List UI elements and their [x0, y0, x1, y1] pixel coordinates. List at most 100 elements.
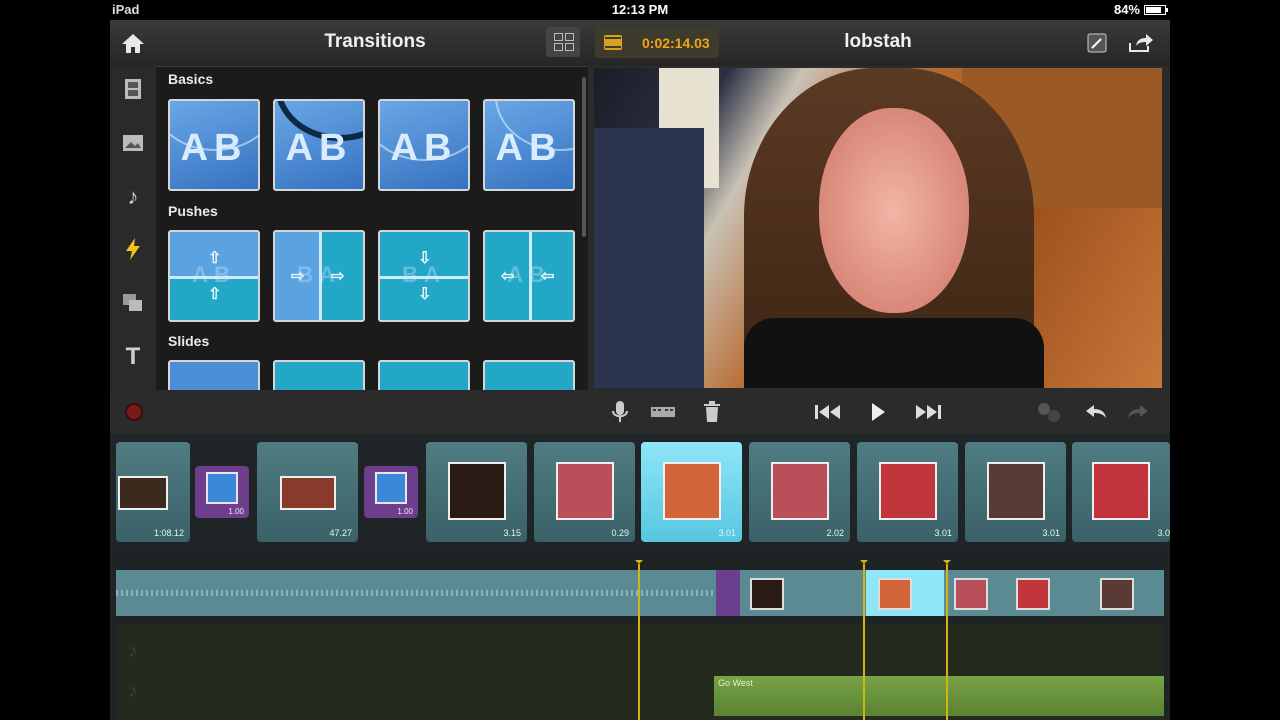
transition-thumb[interactable]: [483, 360, 575, 390]
timeline-clip[interactable]: [1100, 578, 1134, 610]
settings-icon[interactable]: [1034, 398, 1064, 426]
transition-thumb[interactable]: ⇩ ⇩ BA: [378, 230, 470, 322]
thumb-letters: BA: [402, 262, 446, 287]
storyboard-clip[interactable]: 3.01: [857, 442, 958, 542]
music-clip-label: Go West: [718, 678, 753, 688]
storyboard-clip[interactable]: 3.15: [426, 442, 527, 542]
thumb-letters: AB: [285, 127, 353, 169]
selection-marker-start[interactable]: [860, 560, 868, 720]
timecode: 0:02:14.03: [642, 35, 710, 51]
clip-duration: 3.01: [934, 528, 952, 538]
clip-duration: 3.01: [718, 528, 736, 538]
film-icon: [604, 35, 622, 50]
timeline-clip[interactable]: [954, 578, 988, 610]
timecode-display[interactable]: 0:02:14.03: [595, 27, 719, 58]
transition-thumb[interactable]: ⇧ ⇧ AB: [168, 230, 260, 322]
undo-icon[interactable]: [1082, 398, 1110, 426]
section-pushes: Pushes: [168, 203, 218, 219]
battery-percent: 84%: [1113, 2, 1140, 17]
music-clip[interactable]: Go West: [714, 676, 1164, 716]
clip-duration: 1:08.12: [153, 528, 184, 538]
panel-scrollbar[interactable]: [582, 77, 586, 237]
film-icon[interactable]: [118, 74, 148, 104]
battery-icon: [1144, 4, 1168, 15]
ipad-screen: iPad 12:13 PM 84% Transitions 0:02:14.03…: [110, 0, 1170, 720]
overlay-icon[interactable]: [118, 288, 148, 318]
clip-duration: 2.02: [826, 528, 844, 538]
battery-fill: [1146, 6, 1162, 13]
playhead[interactable]: [635, 560, 643, 720]
storyboard-clip[interactable]: 2.02: [749, 442, 850, 542]
lightning-icon[interactable]: [118, 234, 148, 264]
audio-tracks[interactable]: ♪ ♪ Go West: [116, 624, 1164, 720]
music-note-icon[interactable]: ♪: [118, 182, 148, 212]
timeline[interactable]: ♪ ♪ Go West: [110, 552, 1170, 720]
transition-thumb[interactable]: AB: [168, 99, 260, 191]
thumb-letters: BA: [297, 262, 341, 287]
storyboard-clip[interactable]: 1:08.12: [116, 442, 190, 542]
timeline-clip[interactable]: [878, 578, 912, 610]
clip-duration: 3.01: [1042, 528, 1060, 538]
pencil-icon[interactable]: [1082, 28, 1112, 58]
storyboard-clip[interactable]: 47.27: [257, 442, 358, 542]
text-icon[interactable]: T: [118, 342, 148, 372]
storyboard-clip[interactable]: 3.0: [1072, 442, 1170, 542]
grid-view-button[interactable]: [546, 27, 580, 57]
status-bar: iPad 12:13 PM 84%: [110, 0, 1170, 20]
timeline-clip[interactable]: [750, 578, 784, 610]
clip-duration: 3.0: [1157, 528, 1170, 538]
timeline-clip[interactable]: [1016, 578, 1050, 610]
transition-thumb[interactable]: AB: [378, 99, 470, 191]
music-note-icon: ♪: [128, 640, 138, 662]
transition-thumb[interactable]: ⇨ ⇨ BA: [273, 230, 365, 322]
thumb-letters: AB: [180, 127, 248, 169]
clock: 12:13 PM: [611, 2, 669, 17]
thumb-letters: AB: [507, 262, 551, 287]
transition-thumb[interactable]: AB: [483, 99, 575, 191]
project-title: lobstah: [844, 31, 912, 52]
transitions-panel: Basics AB AB AB AB Pushes ⇧ ⇧ AB ⇨ ⇨ BA ⇩ ⇩…: [156, 66, 588, 390]
selection-marker-end[interactable]: [943, 560, 951, 720]
timeline-transition[interactable]: [716, 570, 740, 616]
photo-icon[interactable]: [118, 128, 148, 158]
transition-thumb[interactable]: ⇦ ⇦ AB: [483, 230, 575, 322]
top-toolbar: Transitions 0:02:14.03 lobstah: [110, 20, 1170, 66]
thumb-letters: AB: [390, 127, 458, 169]
skip-back-icon[interactable]: [810, 398, 846, 426]
home-icon[interactable]: [118, 28, 148, 58]
panel-title: Transitions: [324, 31, 426, 52]
share-icon[interactable]: [1126, 28, 1156, 58]
skip-forward-icon[interactable]: [910, 398, 946, 426]
video-preview[interactable]: [594, 68, 1162, 388]
trash-icon[interactable]: [700, 398, 724, 426]
battery-indicator: 84%: [1113, 2, 1168, 17]
playback-controls: [110, 392, 1170, 432]
redo-icon[interactable]: [1124, 398, 1152, 426]
media-sidebar: ♪ T: [110, 66, 156, 396]
transition-duration: 1.00: [228, 507, 244, 516]
transition-thumb[interactable]: [273, 360, 365, 390]
clip-duration: 3.15: [503, 528, 521, 538]
video-track[interactable]: [116, 570, 1164, 616]
transition-duration: 1.00: [397, 507, 413, 516]
storyboard: 1:08.12 1.00 47.27 1.00 3.15 0.29 3.01 2…: [110, 434, 1170, 552]
thumb-letters: AB: [495, 127, 563, 169]
transition-thumb[interactable]: AB: [273, 99, 365, 191]
transition-thumb[interactable]: [378, 360, 470, 390]
thumb-letters: AB: [192, 262, 236, 287]
play-icon[interactable]: [866, 398, 890, 426]
music-note-icon: ♪: [128, 680, 138, 702]
microphone-icon[interactable]: [608, 398, 632, 426]
storyboard-transition[interactable]: 1.00: [195, 466, 249, 518]
clip-duration: 0.29: [611, 528, 629, 538]
section-basics: Basics: [168, 71, 214, 87]
transition-thumb[interactable]: [168, 360, 260, 390]
storyboard-clip[interactable]: 3.01: [965, 442, 1066, 542]
storyboard-clip-selected[interactable]: 3.01: [641, 442, 742, 542]
storyboard-clip[interactable]: 0.29: [534, 442, 635, 542]
storyboard-transition[interactable]: 1.00: [364, 466, 418, 518]
clip-duration: 47.27: [329, 528, 352, 538]
record-button[interactable]: [124, 398, 144, 426]
split-clip-icon[interactable]: [648, 398, 678, 426]
audio-waveform: [116, 590, 716, 596]
